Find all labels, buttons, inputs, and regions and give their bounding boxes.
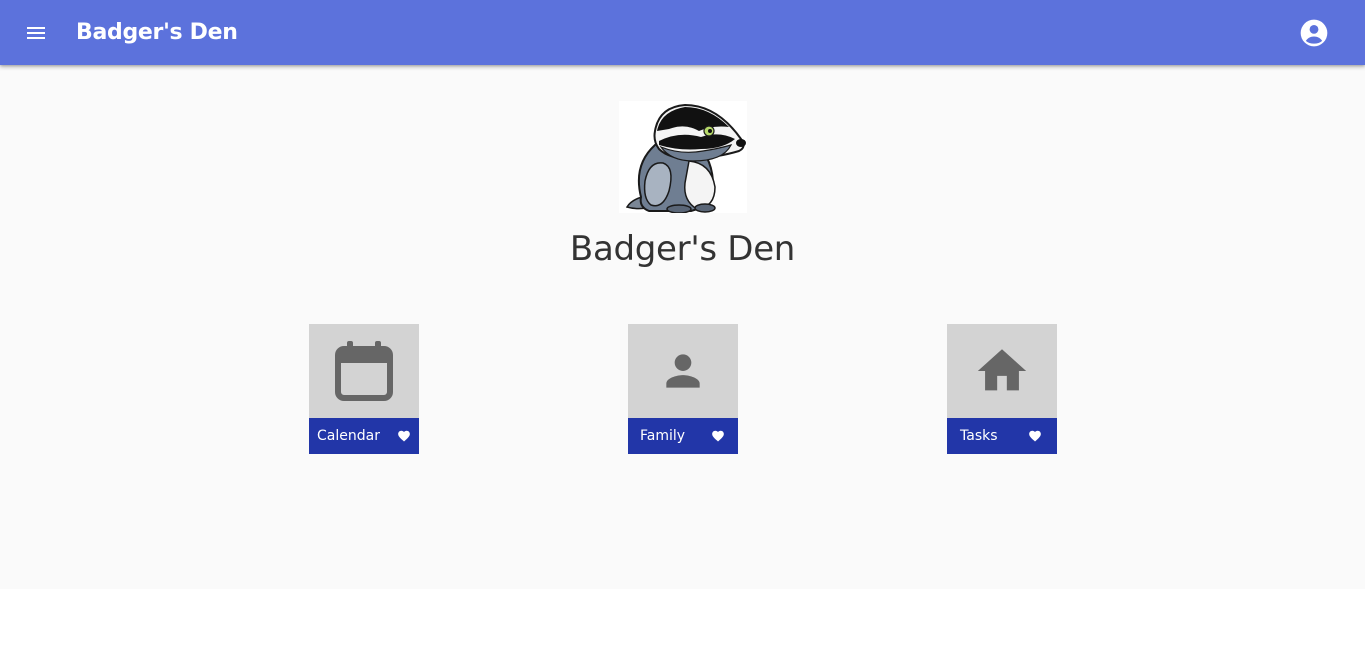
app-title: Badger's Den (76, 20, 238, 45)
tile-icon-area (947, 324, 1057, 418)
app-content: Badger's Den Badger's Den Calendar Famil… (0, 0, 1365, 589)
favorite-button[interactable] (709, 427, 727, 445)
badger-mascot-image (625, 103, 746, 214)
tile-label: Tasks (960, 428, 998, 444)
tile-label: Family (640, 428, 686, 444)
person-icon (666, 354, 700, 388)
calendar-tile[interactable]: Calendar (309, 324, 419, 454)
tile-icon-area (309, 324, 419, 418)
heart-icon (1029, 430, 1041, 442)
account-button[interactable] (1296, 15, 1332, 51)
tile-label: Calendar (317, 428, 380, 444)
favorite-button[interactable] (395, 427, 413, 445)
badger-logo (619, 101, 747, 214)
family-tile[interactable]: Family (628, 324, 738, 454)
tile-footer: Tasks (947, 418, 1057, 454)
page-title: Badger's Den (569, 229, 796, 269)
home-icon (977, 349, 1027, 391)
favorite-button[interactable] (1026, 427, 1044, 445)
heart-icon (712, 430, 724, 442)
top-toolbar: Badger's Den (0, 0, 1365, 65)
calendar-icon (335, 341, 393, 401)
tile-footer: Family (628, 418, 738, 454)
menu-button[interactable] (18, 15, 54, 51)
tile-icon-area (628, 324, 738, 418)
tasks-tile[interactable]: Tasks (947, 324, 1057, 454)
menu-icon (27, 27, 45, 39)
heart-icon (398, 430, 410, 442)
tile-footer: Calendar (309, 418, 419, 454)
account-circle-icon (1300, 19, 1328, 47)
